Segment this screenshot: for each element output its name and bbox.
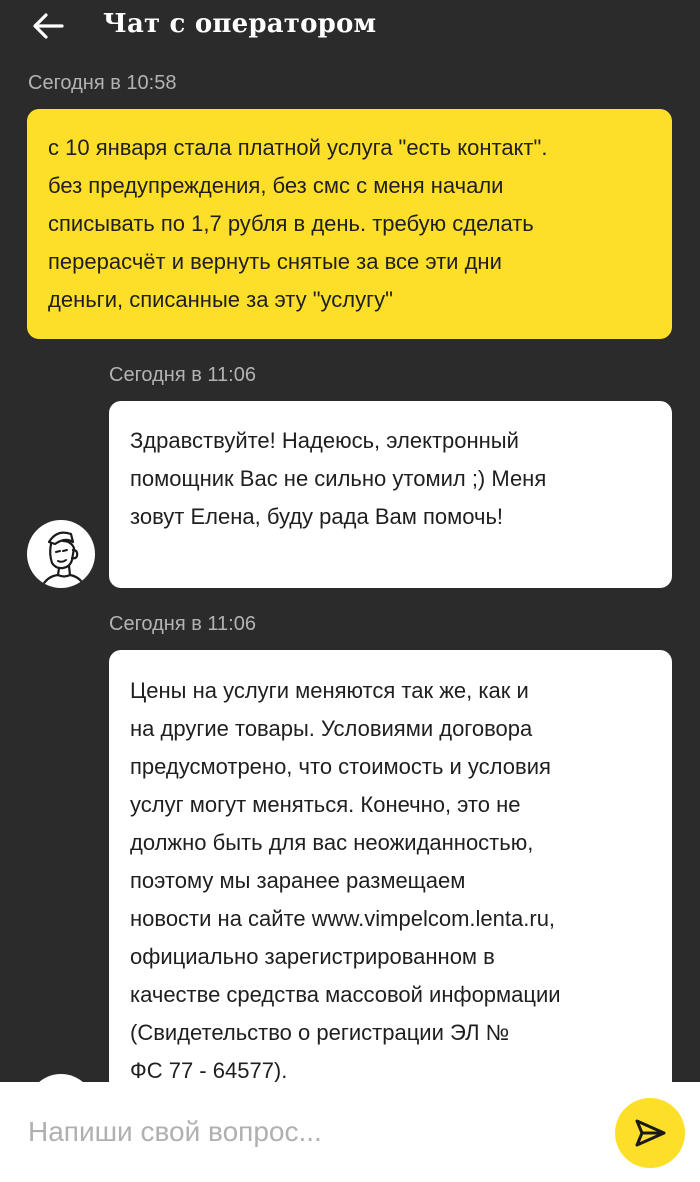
message-line: Цены на услуги меняются так же, как и (130, 678, 529, 703)
page-title: Чат с оператором (103, 9, 377, 39)
message-line: списывать по 1,7 рубля в день. требую сд… (48, 211, 534, 236)
message-line: новости на сайте www.vimpelcom.lenta.ru, (130, 906, 556, 931)
message-line: (Свидетельство о регистрации ЭЛ № (130, 1020, 510, 1045)
message-line: зовут Елена, буду рада Вам помочь! (130, 504, 504, 529)
message-line: качестве средства массовой информации (130, 982, 561, 1007)
message-line: без предупреждения, без смс с меня начал… (48, 173, 504, 198)
arrow-left-icon (33, 13, 64, 39)
user-message-bubble[interactable]: с 10 января стала платной услуга "есть к… (27, 109, 672, 339)
message-line: Здравствуйте! Надеюсь, электронный (130, 428, 519, 453)
operator-avatar-icon (39, 531, 87, 588)
message-timestamp: Сегодня в 11:06 (109, 364, 256, 386)
message-input[interactable] (28, 1104, 588, 1160)
operator-message-bubble[interactable]: Цены на услуги меняются так же, как и на… (109, 650, 672, 1100)
app-header: Чат с оператором (0, 0, 700, 56)
message-line: должно быть для вас неожиданностью, (130, 830, 534, 855)
message-composer (0, 1082, 700, 1182)
message-line: перерасчёт и вернуть снятые за все эти д… (48, 249, 502, 274)
back-button[interactable] (28, 8, 68, 44)
message-line: услуг могут меняться. Конечно, это не (130, 792, 521, 817)
message-line: помощник Вас не сильно утомил ;) Меня (130, 466, 547, 491)
operator-message-bubble[interactable]: Здравствуйте! Надеюсь, электронный помощ… (109, 401, 672, 588)
send-button[interactable] (615, 1098, 685, 1168)
message-line: на другие товары. Условиями договора (130, 716, 533, 741)
message-line: деньги, списанные за эту "услугу" (48, 287, 393, 312)
send-icon (635, 1119, 666, 1147)
message-timestamp: Сегодня в 11:06 (109, 613, 256, 635)
message-line: официально зарегистрированном в (130, 944, 495, 969)
message-line: с 10 января стала платной услуга "есть к… (48, 135, 548, 160)
message-line: предусмотрено, что стоимость и условия (130, 754, 551, 779)
message-line: поэтому мы заранее размещаем (130, 868, 466, 893)
operator-avatar (27, 520, 95, 588)
message-timestamp: Сегодня в 10:58 (28, 72, 177, 94)
